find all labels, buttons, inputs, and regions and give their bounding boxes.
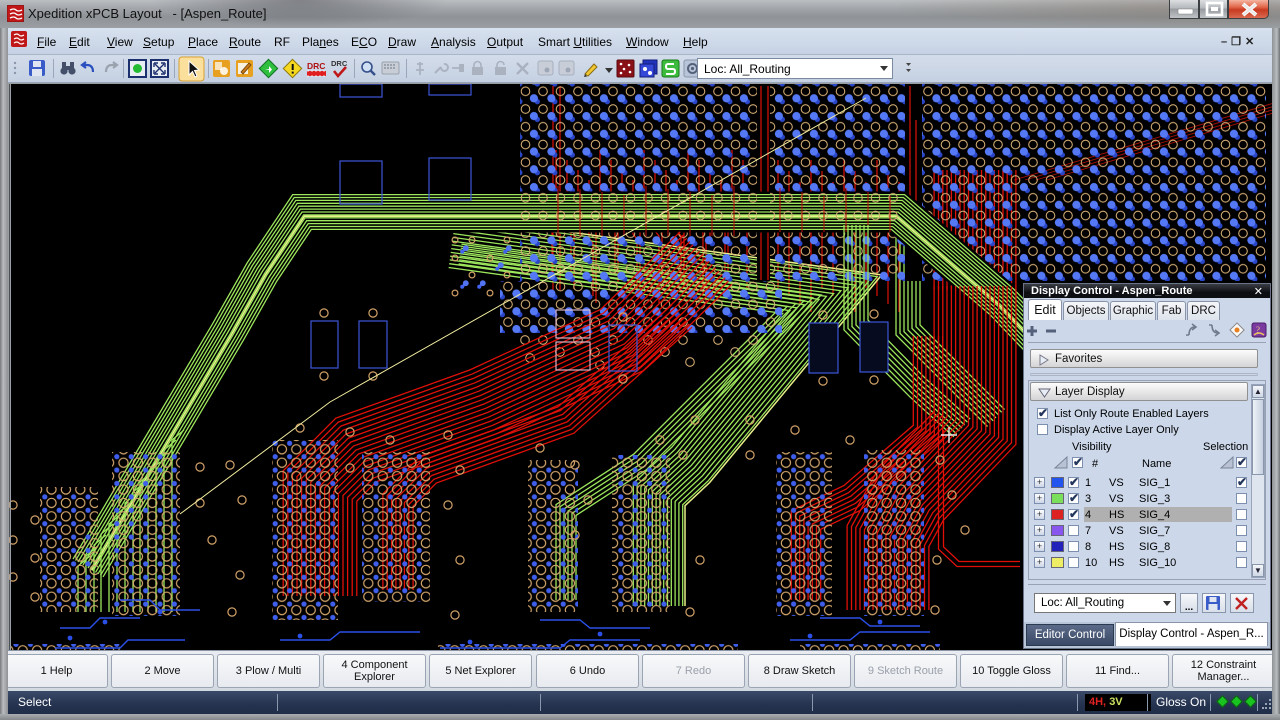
svg-text:DRC: DRC (307, 61, 325, 71)
svg-text:?: ? (1256, 325, 1260, 335)
